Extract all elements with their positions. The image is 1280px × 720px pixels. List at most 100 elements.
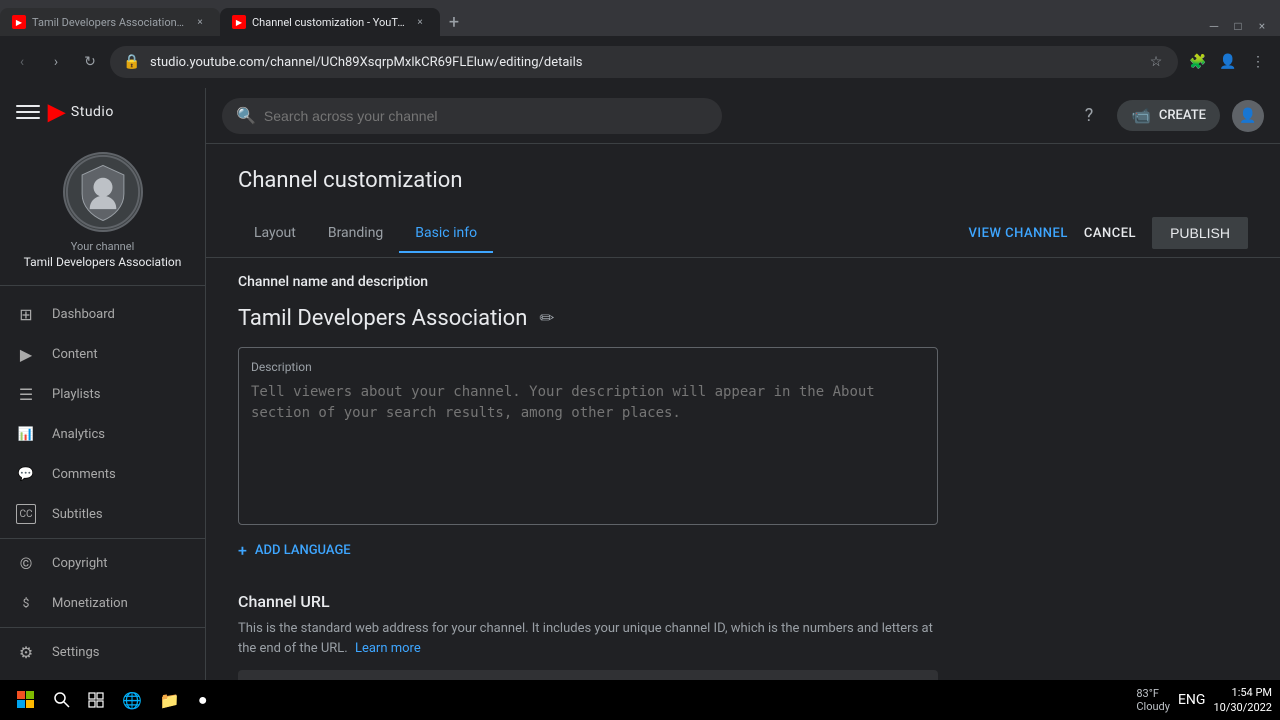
taskbar-task-view[interactable] [80, 684, 112, 716]
learn-more-link[interactable]: Learn more [355, 641, 421, 656]
url-description: This is the standard web address for you… [238, 619, 938, 658]
monetization-icon: $ [16, 593, 36, 613]
dashboard-icon: ⊞ [16, 304, 36, 324]
user-avatar[interactable]: 👤 [1232, 100, 1264, 132]
browser-tab-1[interactable]: ▶ Tamil Developers Association - Y... × [0, 8, 220, 36]
page-title: Channel customization [238, 168, 1248, 193]
sidebar-item-dashboard[interactable]: ⊞ Dashboard [0, 294, 205, 334]
forward-button[interactable]: › [42, 48, 70, 76]
create-button[interactable]: 📹 CREATE [1117, 100, 1220, 131]
url-desc-text: This is the standard web address for you… [238, 621, 933, 656]
right-panel: 🔍 ? 📹 CREATE 👤 Channel customization [206, 88, 1280, 720]
channel-info: Your channel Tamil Developers Associatio… [0, 136, 205, 286]
taskbar-explorer[interactable]: 📁 [152, 684, 188, 716]
channel-name-row: Tamil Developers Association ✏ [238, 306, 1248, 331]
new-tab-button[interactable]: + [440, 8, 468, 36]
sidebar-item-analytics[interactable]: 📊 Analytics [0, 414, 205, 454]
sidebar-item-copyright[interactable]: © Copyright [0, 543, 205, 583]
minimize-button[interactable]: ─ [1204, 16, 1224, 36]
sidebar-item-settings[interactable]: ⚙ Settings [0, 632, 205, 672]
main-content: Channel customization Layout Branding Ba… [206, 144, 1280, 720]
system-tray: ENG [1178, 692, 1205, 708]
content-label: Content [52, 347, 98, 362]
copyright-label: Copyright [52, 556, 108, 571]
url-title: Channel URL [238, 592, 1248, 611]
window-controls: ─ □ × [1204, 16, 1280, 36]
tab1-close[interactable]: × [192, 14, 208, 30]
taskbar-edge[interactable]: 🌐 [114, 684, 150, 716]
page-header: Channel customization [206, 144, 1280, 193]
topbar: 🔍 ? 📹 CREATE 👤 [206, 88, 1280, 144]
search-bar[interactable]: 🔍 [222, 98, 722, 134]
channel-name-section: Channel name and description Tamil Devel… [238, 274, 1248, 560]
windows-logo-icon [17, 691, 35, 709]
sidebar: ▶ Studio Your channel Tamil Developers A… [0, 88, 206, 720]
description-box[interactable]: Description [238, 347, 938, 525]
sidebar-item-comments[interactable]: 💬 Comments [0, 454, 205, 494]
sidebar-item-content[interactable]: ▶ Content [0, 334, 205, 374]
section-title: Channel name and description [238, 274, 1248, 290]
create-label: CREATE [1159, 108, 1206, 123]
help-button[interactable]: ? [1073, 100, 1105, 132]
create-icon: 📹 [1131, 106, 1151, 125]
avatar-svg [65, 152, 141, 232]
add-language-button[interactable]: + ADD LANGUAGE [238, 541, 1248, 560]
address-bar[interactable]: 🔒 studio.youtube.com/channel/UCh89XsqrpM… [110, 46, 1178, 78]
weather-desc: Cloudy [1136, 700, 1170, 713]
description-textarea[interactable] [251, 382, 925, 508]
logo-area[interactable]: ▶ Studio [48, 100, 114, 125]
analytics-icon: 📊 [16, 424, 36, 444]
sidebar-divider-1 [0, 538, 205, 539]
your-channel-label: Your channel [71, 240, 135, 253]
taskbar-chrome[interactable]: ● [190, 684, 216, 716]
sidebar-item-playlists[interactable]: ☰ Playlists [0, 374, 205, 414]
menu-icon[interactable]: ⋮ [1244, 48, 1272, 76]
maximize-button[interactable]: □ [1228, 16, 1248, 36]
subtitles-label: Subtitles [52, 507, 103, 522]
extensions-icon[interactable]: 🧩 [1184, 48, 1212, 76]
start-button[interactable] [8, 684, 44, 716]
clock-date: 10/30/2022 [1213, 701, 1272, 714]
address-text: studio.youtube.com/channel/UCh89XsqrpMxl… [150, 55, 1138, 70]
browser-tab-2[interactable]: ▶ Channel customization - YouTu... × [220, 8, 440, 36]
app: ▶ Studio Your channel Tamil Developers A… [0, 88, 1280, 720]
tab2-close[interactable]: × [412, 14, 428, 30]
add-language-icon: + [238, 541, 247, 560]
sidebar-channel-name: Tamil Developers Association [24, 255, 182, 269]
comments-icon: 💬 [16, 464, 36, 484]
tab-branding[interactable]: Branding [312, 215, 399, 253]
tab-basic-info[interactable]: Basic info [399, 215, 493, 253]
address-bar-row: ‹ › ↻ 🔒 studio.youtube.com/channel/UCh89… [0, 36, 1280, 88]
search-input[interactable] [264, 108, 708, 124]
edit-channel-name-icon[interactable]: ✏ [539, 308, 554, 329]
cancel-button[interactable]: CANCEL [1084, 226, 1136, 241]
sidebar-divider-2 [0, 627, 205, 628]
content-icon: ▶ [16, 344, 36, 364]
profile-icon[interactable]: 👤 [1214, 48, 1242, 76]
publish-button[interactable]: PUBLISH [1152, 217, 1248, 249]
taskbar-search[interactable] [46, 684, 78, 716]
youtube-icon: ▶ [48, 100, 65, 125]
channel-avatar[interactable] [63, 152, 143, 232]
tab-layout[interactable]: Layout [238, 215, 312, 253]
reload-button[interactable]: ↻ [76, 48, 104, 76]
tab-bar: ▶ Tamil Developers Association - Y... × … [0, 0, 1280, 36]
analytics-label: Analytics [52, 427, 105, 442]
copyright-icon: © [16, 553, 36, 573]
sidebar-item-monetization[interactable]: $ Monetization [0, 583, 205, 623]
dashboard-label: Dashboard [52, 307, 115, 322]
taskbar-search-icon [54, 692, 70, 708]
bookmark-icon[interactable]: ☆ [1146, 52, 1166, 72]
settings-label: Settings [52, 645, 99, 660]
tabs: Layout Branding Basic info [238, 215, 493, 252]
back-button[interactable]: ‹ [8, 48, 36, 76]
hamburger-menu[interactable] [16, 100, 40, 124]
sidebar-item-subtitles[interactable]: CC Subtitles [0, 494, 205, 534]
taskbar-right: 83°F Cloudy ENG 1:54 PM 10/30/2022 [1136, 685, 1272, 716]
add-language-label: ADD LANGUAGE [255, 543, 351, 558]
subtitles-icon: CC [16, 504, 36, 524]
tab2-title: Channel customization - YouTu... [252, 16, 406, 29]
close-button[interactable]: × [1252, 16, 1272, 36]
channel-name-display: Tamil Developers Association [238, 306, 527, 331]
view-channel-button[interactable]: VIEW CHANNEL [969, 226, 1068, 241]
